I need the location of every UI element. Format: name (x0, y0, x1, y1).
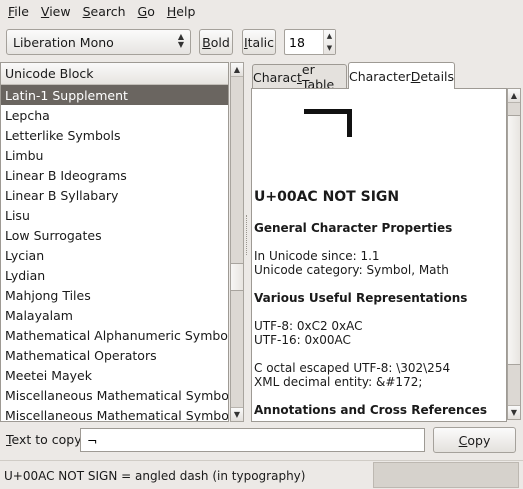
unicode-category: Unicode category: Symbol, Math (254, 263, 449, 277)
list-item[interactable]: Limbu (1, 145, 228, 165)
menu-go[interactable]: Go (132, 2, 161, 21)
menu-view[interactable]: View (35, 2, 77, 21)
character-details-panel: U+00AC NOT SIGN General Character Proper… (251, 88, 507, 422)
utf16-value: UTF-16: 0x00AC (254, 333, 351, 347)
xml-entity: XML decimal entity: &#172; (254, 375, 423, 389)
scroll-down-icon[interactable]: ▼ (231, 407, 243, 421)
scroll-thumb[interactable] (231, 263, 243, 291)
glyph-bar (304, 109, 352, 114)
menu-file[interactable]: File (2, 2, 35, 21)
text-to-copy-label: Text to copy: (6, 432, 85, 447)
octal-escape: C octal escaped UTF-8: \302\254 (254, 361, 451, 375)
font-size-input[interactable] (289, 31, 325, 53)
spin-up-icon[interactable]: ▲ (324, 30, 335, 42)
list-item[interactable]: Miscellaneous Mathematical Symbols-A (1, 385, 228, 405)
list-item[interactable]: Linear B Ideograms (1, 165, 228, 185)
menu-help[interactable]: Help (161, 2, 202, 21)
text-to-copy-input[interactable] (80, 428, 425, 452)
scroll-thumb[interactable] (508, 115, 520, 365)
scroll-up-icon[interactable]: ▲ (231, 63, 243, 77)
spin-down-icon[interactable]: ▼ (324, 42, 335, 54)
font-size-spinner[interactable]: ▲ ▼ (284, 29, 336, 55)
glyph-hook (347, 109, 352, 137)
bold-button[interactable]: Bold (199, 29, 233, 55)
italic-button[interactable]: Italic (242, 29, 276, 55)
details-scrollbar[interactable]: ▲ ▼ (507, 88, 521, 420)
updown-arrows-icon: ▲ ▼ (177, 32, 185, 49)
section-general-properties: General Character Properties (254, 221, 453, 235)
section-annotations: Annotations and Cross References (254, 403, 487, 417)
list-item[interactable]: Miscellaneous Mathematical Symbols-B (1, 405, 228, 422)
scroll-down-icon[interactable]: ▼ (508, 405, 520, 419)
menu-search[interactable]: Search (77, 2, 132, 21)
list-item[interactable]: Lepcha (1, 105, 228, 125)
list-header[interactable]: Unicode Block (1, 63, 228, 85)
scroll-up-icon[interactable]: ▲ (508, 89, 520, 103)
unicode-block-list: Unicode Block Latin-1 Supplement Lepcha Le… (0, 62, 229, 422)
character-title: U+00AC NOT SIGN (254, 189, 400, 205)
list-item[interactable]: Lycian (1, 245, 228, 265)
list-body: Latin-1 Supplement Lepcha Letterlike Symbo… (1, 85, 228, 422)
copy-button[interactable]: Copy (433, 427, 516, 453)
list-item[interactable]: Low Surrogates (1, 225, 228, 245)
pane-divider-handle[interactable] (246, 215, 249, 255)
menubar: File View Search Go Help (0, 0, 523, 22)
font-family-value: Liberation Mono (13, 34, 114, 50)
status-text: U+00AC NOT SIGN = angled dash (in typogr… (4, 469, 306, 483)
list-item[interactable]: Linear B Syllabary (1, 185, 228, 205)
statusbar: U+00AC NOT SIGN = angled dash (in typogr… (0, 460, 523, 489)
list-item[interactable]: Mathematical Operators (1, 345, 228, 365)
block-list-scrollbar[interactable]: ▲ ▼ (230, 62, 244, 422)
toolbar: Liberation Mono ▲▼ Bold Italic ▲ ▼ (0, 26, 523, 58)
list-item[interactable]: Malayalam (1, 305, 228, 325)
tab-character-details[interactable]: Character Details (348, 62, 455, 89)
list-item[interactable]: Lydian (1, 265, 228, 285)
tab-character-table[interactable]: Charac t er Table (252, 62, 347, 92)
spinner-buttons: ▲ ▼ (323, 30, 335, 54)
list-item[interactable]: Latin-1 Supplement (1, 85, 228, 105)
status-progress-area (373, 462, 519, 488)
utf8-value: UTF-8: 0xC2 0xAC (254, 319, 363, 333)
list-item[interactable]: Mahjong Tiles (1, 285, 228, 305)
list-item[interactable]: Meetei Mayek (1, 365, 228, 385)
list-item[interactable]: Letterlike Symbols (1, 125, 228, 145)
font-family-combo[interactable]: Liberation Mono ▲ ▼ (6, 29, 191, 55)
section-representations: Various Useful Representations (254, 291, 468, 305)
unicode-since: In Unicode since: 1.1 (254, 249, 380, 263)
not-sign-glyph (304, 109, 352, 139)
list-item[interactable]: Lisu (1, 205, 228, 225)
list-item[interactable]: Mathematical Alphanumeric Symbols (1, 325, 228, 345)
